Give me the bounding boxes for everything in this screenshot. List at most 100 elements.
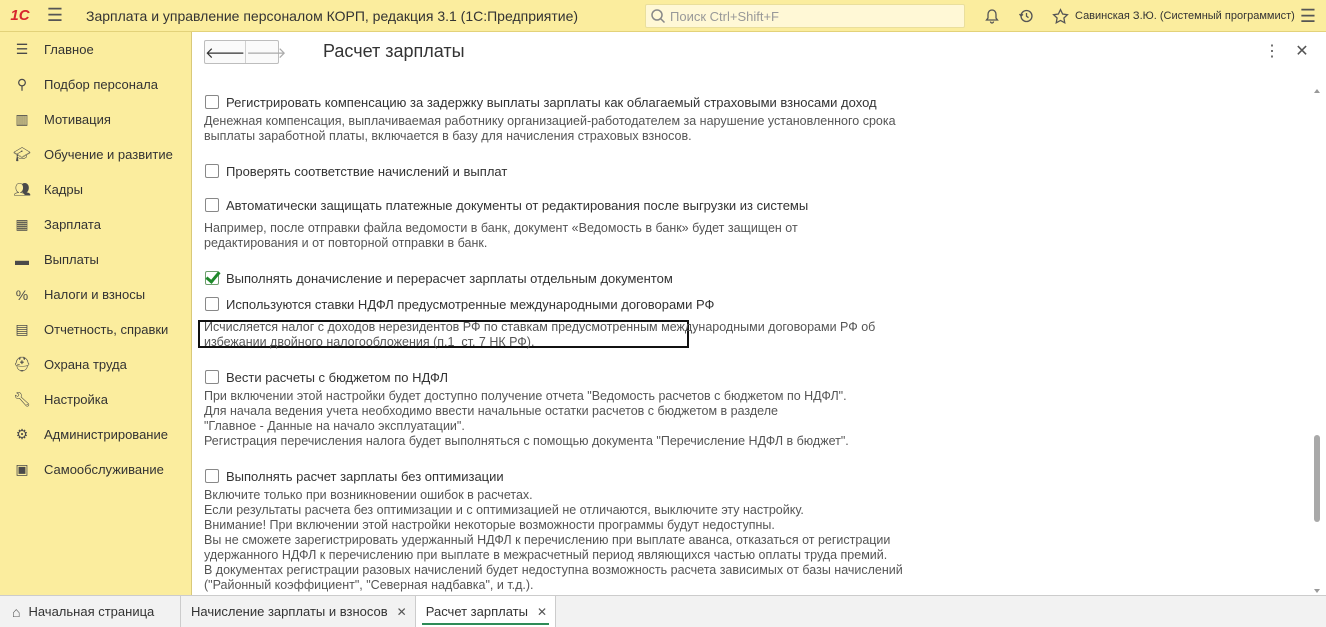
calculator-icon: ▦ [15,216,29,232]
setting-checkbox-row[interactable]: Регистрировать компенсацию за задержку в… [205,93,877,111]
setting-checkbox-row[interactable]: Проверять соответствие начислений и выпл… [205,162,507,180]
top-icons [975,0,1077,32]
sidebar-item[interactable]: 🎓︎ Обучение и развитие [0,137,191,172]
forward-arrow-icon[interactable]: 🡒 [245,41,286,63]
tab-close-icon[interactable]: ✕ [397,605,407,619]
sidebar-item[interactable]: 🔧︎ Настройка [0,382,191,417]
wrench-icon: 🔧︎ [13,391,31,407]
setting-description: Денежная компенсация, выплачиваемая рабо… [204,114,896,143]
setting-checkbox-row[interactable]: Используются ставки НДФЛ предусмотренные… [205,295,714,313]
graduation-cap-icon: 🎓︎ [13,146,31,162]
setting-checkbox-row[interactable]: Вести расчеты с бюджетом по НДФЛ [205,368,448,386]
tab-label: Расчет зарплаты [425,604,528,619]
scroll-track[interactable] [1314,99,1321,583]
sidebar-item-label: Налоги и взносы [44,287,146,302]
history-icon[interactable] [1009,0,1043,32]
sidebar-item-label: Главное [44,42,94,57]
setting-description: Включите только при возникновении ошибок… [204,488,903,592]
wallet-icon: ▬ [15,251,29,268]
more-actions-icon[interactable]: ⋮ [1264,42,1280,62]
sidebar-item[interactable]: ▥ Мотивация [0,102,191,137]
search-icon [651,9,666,24]
sidebar-item[interactable]: ▦ Зарплата [0,207,191,242]
setting-label[interactable]: Автоматически защищать платежные докумен… [226,198,808,213]
settings-list: Регистрировать компенсацию за задержку в… [192,87,1310,595]
scroll-down-arrow-icon[interactable] [1314,589,1320,593]
close-icon[interactable]: ✕ [1292,42,1312,62]
main-menu-button[interactable]: ☰ [40,0,70,32]
logo-1c: 1С [10,7,30,24]
sidebar-item[interactable]: ⚲ Подбор персонала [0,67,191,102]
tab-close-icon[interactable]: ✕ [537,605,547,619]
tab-label: Начисление зарплаты и взносов [191,604,388,619]
current-user[interactable]: Савинская З.Ю. (Системный программист) [1075,0,1295,32]
gear-icon: ⚙ [15,426,29,442]
setting-checkbox-row[interactable]: Автоматически защищать платежные докумен… [205,196,808,214]
sidebar-item[interactable]: % Налоги и взносы [0,277,191,312]
setting-label[interactable]: Регистрировать компенсацию за задержку в… [226,95,877,110]
checkbox[interactable] [205,95,219,109]
back-arrow-icon[interactable]: 🡐 [205,41,245,63]
sidebar-item-label: Охрана труда [44,357,127,372]
setting-description: При включении этой настройки будет досту… [204,389,849,448]
checkbox[interactable] [205,198,219,212]
scroll-up-arrow-icon[interactable] [1314,89,1320,93]
checkbox[interactable] [205,370,219,384]
sidebar-item[interactable]: ▣ Самообслуживание [0,452,191,487]
star-icon[interactable] [1043,0,1077,32]
safety-icon: ⛑︎ [13,356,31,372]
tab-label: Начальная страница [28,604,155,619]
setting-label[interactable]: Выполнять доначисление и перерасчет зарп… [226,271,673,286]
checkbox[interactable] [205,164,219,178]
sidebar-item-label: Подбор персонала [44,77,158,92]
sidebar-item-label: Выплаты [44,252,99,267]
checkbox[interactable] [205,297,219,311]
tab-window[interactable]: Расчет зарплаты ✕ [415,596,557,627]
checkbox-checked[interactable] [205,271,219,285]
sidebar-item[interactable]: ☰ Главное [0,32,191,67]
checkbox[interactable] [205,469,219,483]
gift-icon: ▥ [15,111,29,127]
setting-label[interactable]: Выполнять расчет зарплаты без оптимизаци… [226,469,504,484]
setting-label[interactable]: Проверять соответствие начислений и выпл… [226,164,507,179]
menu-lines-icon: ☰ [15,41,29,57]
form-area: 🡐 🡒 Расчет зарплаты ⋮ ✕ Регистрировать к… [192,32,1326,595]
open-windows-bar: ⌂ Начальная страница Начисление зарплаты и… [0,595,1326,627]
person-search-icon: ⚲ [16,76,28,92]
home-icon: ⌂ [12,603,21,620]
app-title: Зарплата и управление персоналом КОРП, р… [86,7,579,24]
sidebar-item-label: Самообслуживание [44,462,164,477]
setting-description: Например, после отправки файла ведомости… [204,221,798,250]
sidebar-item[interactable]: ⛑︎ Охрана труда [0,347,191,382]
sidebar-item[interactable]: ⚙ Администрирование [0,417,191,452]
nav-buttons: 🡐 🡒 [204,40,286,64]
setting-label[interactable]: Используются ставки НДФЛ предусмотренные… [226,297,714,312]
tab-home[interactable]: ⌂ Начальная страница [0,596,181,627]
sidebar-item[interactable]: ▤ Отчетность, справки [0,312,191,347]
sidebar-item-label: Отчетность, справки [44,322,169,337]
setting-checkbox-row[interactable]: Выполнять расчет зарплаты без оптимизаци… [205,467,504,485]
bell-icon[interactable] [975,0,1009,32]
setting-description: Исчисляется налог с доходов нерезидентов… [204,320,876,349]
id-card-icon: ▣ [15,461,29,477]
sidebar-item-label: Мотивация [44,112,111,127]
sidebar-item-label: Кадры [44,182,83,197]
sidebar-item-label: Администрирование [44,427,168,442]
search-placeholder: Поиск Ctrl+Shift+F [670,8,779,24]
system-menu-button[interactable]: ☰ [1296,0,1320,32]
report-icon: ▤ [15,321,29,337]
search-input[interactable]: Поиск Ctrl+Shift+F [645,4,965,28]
sections-panel: ☰ Главное ⚲ Подбор персонала ▥ Мотивация 🎓︎ Обу… [0,32,192,595]
sidebar-item-label: Обучение и развитие [44,147,173,162]
people-icon: 👥︎ [13,181,31,197]
scroll-thumb[interactable] [1314,435,1320,522]
setting-label[interactable]: Вести расчеты с бюджетом по НДФЛ [226,370,448,385]
sidebar-item[interactable]: 👥︎ Кадры [0,172,191,207]
vertical-scrollbar[interactable] [1313,87,1322,595]
sidebar-item[interactable]: ▬ Выплаты [0,242,191,277]
tab-window[interactable]: Начисление зарплаты и взносов ✕ [181,596,416,627]
sidebar-item-label: Настройка [44,392,108,407]
page-title: Расчет зарплаты [323,41,465,61]
top-bar: 1С ☰ Зарплата и управление персоналом КО… [0,0,1326,32]
setting-checkbox-row[interactable]: Выполнять доначисление и перерасчет зарп… [205,269,673,287]
